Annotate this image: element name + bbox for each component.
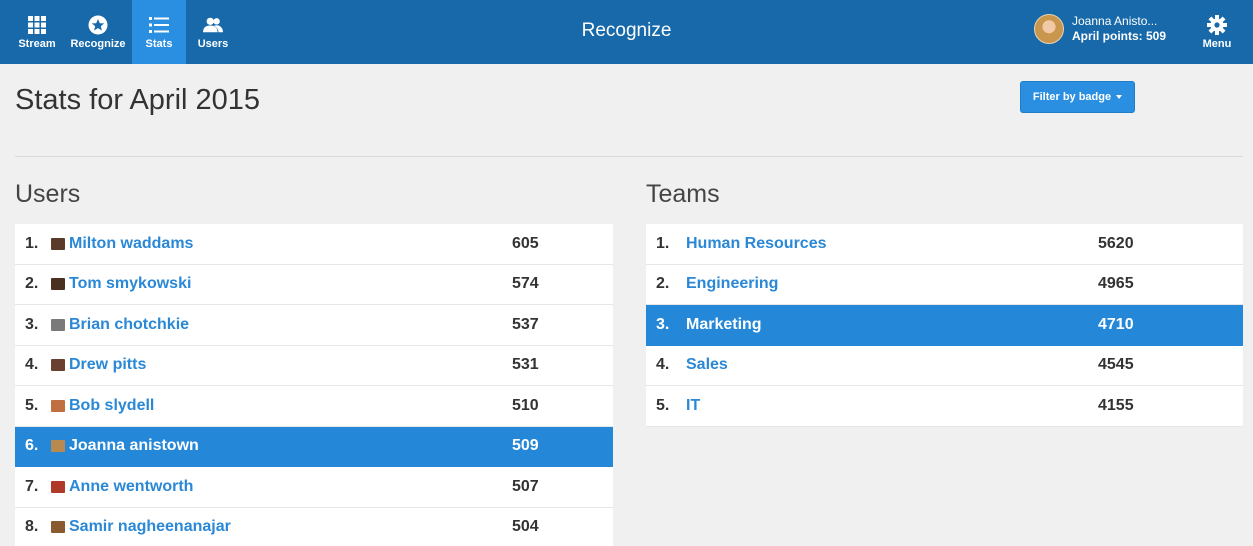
user-name-link[interactable]: Anne wentworth <box>51 478 193 496</box>
user-name-link[interactable]: Milton waddams <box>51 235 193 253</box>
team-score: 4155 <box>1098 396 1134 414</box>
team-row: 3. Marketing 4710 <box>646 305 1243 346</box>
user-row: 8. Samir nagheenanajar 504 <box>15 508 613 546</box>
team-row: 5. IT 4155 <box>646 386 1243 427</box>
user-rank: 2. <box>25 275 39 293</box>
team-row: 4. Sales 4545 <box>646 346 1243 386</box>
user-row: 1. Milton waddams 605 <box>15 224 613 265</box>
main-nav: Stream Recognize Stats Users <box>10 0 240 64</box>
avatar <box>51 237 65 250</box>
user-score: 510 <box>512 396 539 414</box>
user-row: 4. Drew pitts 531 <box>15 346 613 386</box>
user-name-link[interactable]: Brian chotchkie <box>51 316 189 334</box>
avatar <box>51 278 65 291</box>
avatar <box>51 440 65 453</box>
avatar <box>51 480 65 493</box>
user-name-text: Joanna anistown <box>69 437 199 455</box>
gear-icon <box>1207 14 1227 35</box>
user-rank: 3. <box>25 315 39 333</box>
team-row: 2. Engineering 4965 <box>646 265 1243 305</box>
user-name-text: Brian chotchkie <box>69 315 190 333</box>
caret-down-icon <box>1116 95 1123 99</box>
user-row: 3. Brian chotchkie 537 <box>15 305 613 346</box>
user-name-text: Milton waddams <box>69 234 194 252</box>
team-rank: 4. <box>656 356 670 374</box>
avatar <box>51 318 65 331</box>
divider <box>15 156 1243 157</box>
user-row: 2. Tom smykowski 574 <box>15 265 613 305</box>
user-name-text: Samir nagheenanajar <box>69 518 231 536</box>
user-name: Joanna Anisto... <box>1072 14 1158 28</box>
user-points: April points: 509 <box>1072 29 1167 43</box>
nav-users-label: Users <box>197 37 229 50</box>
nav-stream[interactable]: Stream <box>10 0 64 64</box>
team-score: 4545 <box>1098 356 1134 374</box>
avatar <box>1034 14 1064 44</box>
user-score: 509 <box>512 437 539 455</box>
team-rank: 1. <box>656 234 670 252</box>
nav-recognize-label: Recognize <box>70 37 126 50</box>
filter-by-badge-button[interactable]: Filter by badge <box>1020 81 1135 113</box>
user-rank: 4. <box>25 356 39 374</box>
team-rank: 3. <box>656 315 670 333</box>
user-row: 5. Bob slydell 510 <box>15 386 613 427</box>
top-navigation-bar: Stream Recognize Stats Users Recognize J… <box>0 0 1253 64</box>
teams-section-title: Teams <box>646 180 720 208</box>
user-score: 537 <box>512 315 539 333</box>
user-name-text: Bob slydell <box>69 396 155 414</box>
avatar <box>51 399 65 412</box>
user-name-link[interactable]: Samir nagheenanajar <box>51 518 231 536</box>
users-leaderboard: 1. Milton waddams 605 2. Tom smykowski 5… <box>15 224 613 546</box>
grid-icon <box>27 15 47 35</box>
nav-stats[interactable]: Stats <box>132 0 186 64</box>
user-score: 531 <box>512 356 539 374</box>
team-score: 5620 <box>1098 234 1134 252</box>
team-name-link[interactable]: Sales <box>686 356 728 374</box>
user-rank: 7. <box>25 477 39 495</box>
user-name-text: Drew pitts <box>69 356 147 374</box>
user-name-text: Tom smykowski <box>69 275 192 293</box>
team-row: 1. Human Resources 5620 <box>646 224 1243 265</box>
user-name-link[interactable]: Joanna anistown <box>51 437 199 455</box>
page-title: Stats for April 2015 <box>15 84 261 116</box>
user-name-link[interactable]: Bob slydell <box>51 397 154 415</box>
users-section-title: Users <box>15 180 81 208</box>
user-info: Joanna Anisto... April points: 509 <box>1072 14 1166 44</box>
avatar <box>51 359 65 372</box>
star-icon <box>88 15 108 35</box>
user-name-text: Anne wentworth <box>69 477 194 495</box>
users-icon <box>203 15 223 35</box>
nav-users[interactable]: Users <box>186 0 240 64</box>
user-profile[interactable]: Joanna Anisto... April points: 509 <box>1034 14 1166 44</box>
list-icon <box>149 15 169 35</box>
team-name-link[interactable]: Human Resources <box>686 235 827 253</box>
teams-leaderboard: 1. Human Resources 5620 2. Engineering 4… <box>646 224 1243 427</box>
user-row: 6. Joanna anistown 509 <box>15 426 613 467</box>
team-rank: 2. <box>656 275 670 293</box>
user-row: 7. Anne wentworth 507 <box>15 467 613 508</box>
avatar <box>51 521 65 534</box>
menu-button[interactable]: Menu <box>1197 0 1237 64</box>
user-score: 507 <box>512 477 539 495</box>
user-score: 504 <box>512 518 539 536</box>
user-rank: 5. <box>25 396 39 414</box>
team-rank: 5. <box>656 396 670 414</box>
user-score: 574 <box>512 275 539 293</box>
team-score: 4965 <box>1098 275 1134 293</box>
nav-stats-label: Stats <box>145 37 173 50</box>
team-name-link[interactable]: Marketing <box>686 316 762 334</box>
user-score: 605 <box>512 234 539 252</box>
team-name-link[interactable]: Engineering <box>686 275 778 293</box>
filter-label: Filter by badge <box>1032 91 1112 103</box>
user-rank: 6. <box>25 437 39 455</box>
nav-stream-label: Stream <box>18 37 56 50</box>
user-name-link[interactable]: Drew pitts <box>51 356 146 374</box>
team-name-link[interactable]: IT <box>686 397 700 415</box>
nav-recognize[interactable]: Recognize <box>64 0 132 64</box>
menu-label: Menu <box>1202 37 1232 50</box>
user-rank: 1. <box>25 234 39 252</box>
user-rank: 8. <box>25 518 39 536</box>
team-score: 4710 <box>1098 315 1134 333</box>
user-name-link[interactable]: Tom smykowski <box>51 275 191 293</box>
